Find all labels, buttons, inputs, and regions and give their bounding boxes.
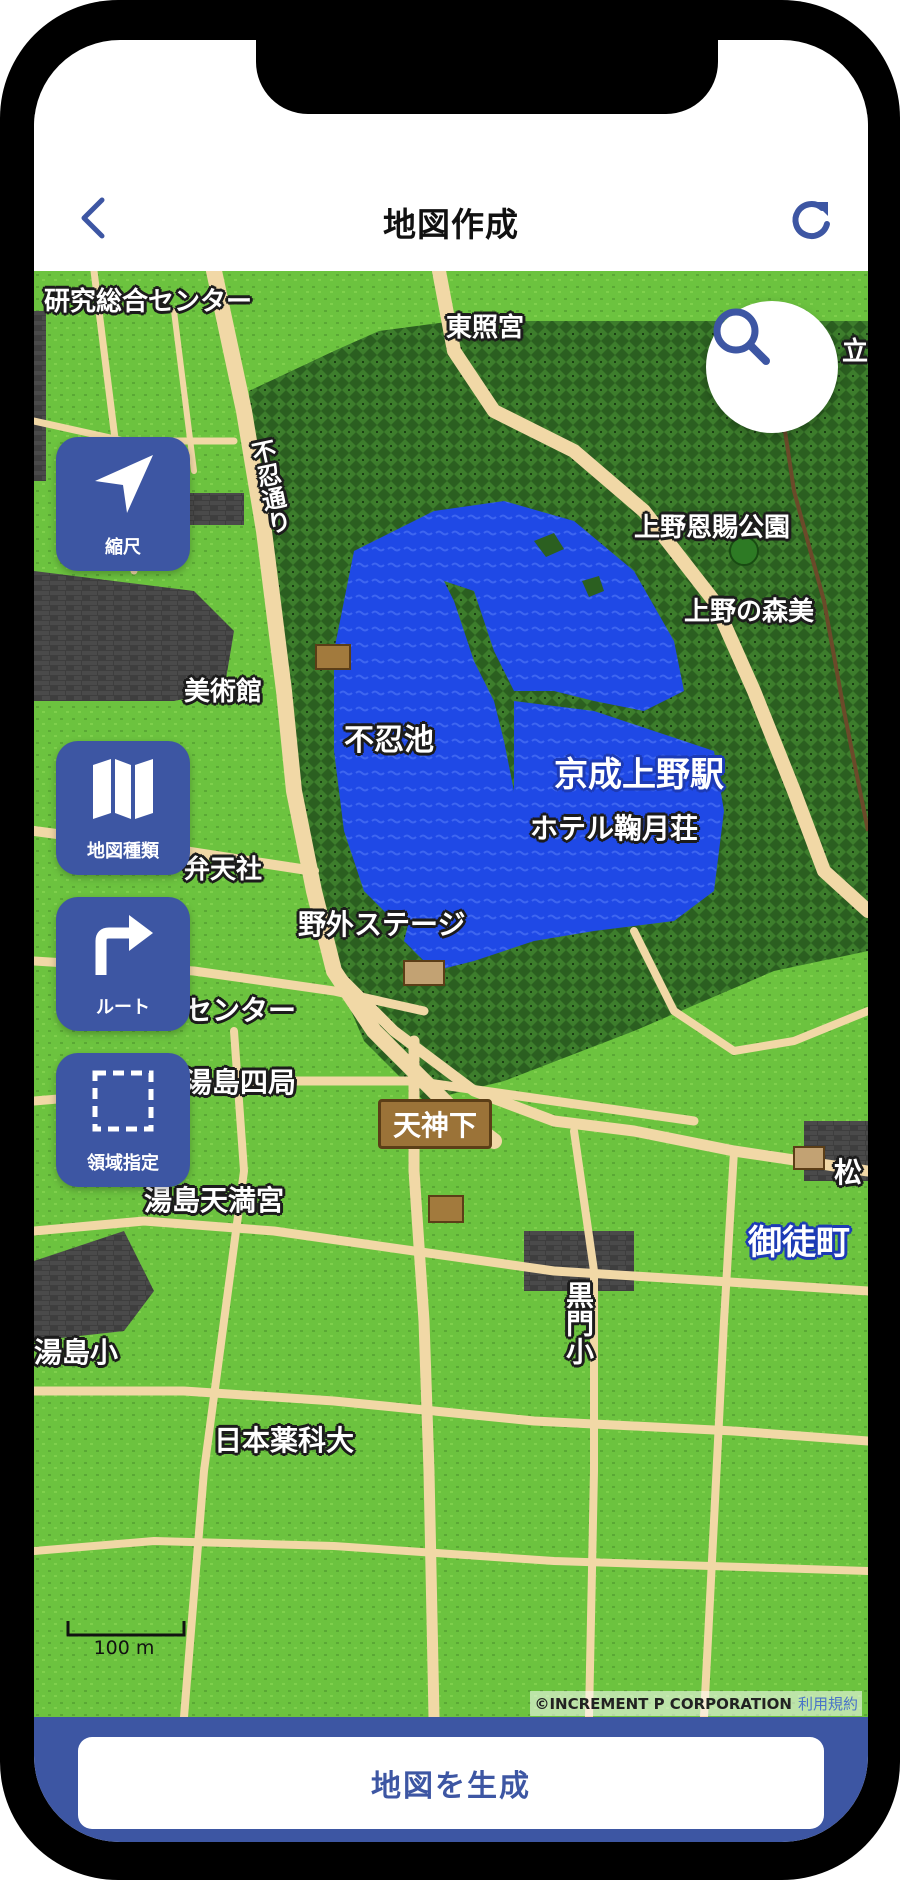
bottom-bar: 地図を生成 bbox=[34, 1717, 868, 1842]
app-screen: 地図作成 研究総合センター 東照宮 立 上野恩賜公園 上野の森美 不忍通り 不忍… bbox=[34, 40, 868, 1842]
turn-right-arrow-icon bbox=[95, 915, 153, 975]
refresh-icon bbox=[792, 201, 830, 240]
map-label: ホテル鞠月荘 bbox=[530, 812, 699, 845]
map-label: 美術館 bbox=[184, 677, 263, 707]
device-notch bbox=[256, 40, 718, 114]
map-label: 日本薬科大 bbox=[214, 1424, 355, 1457]
map-label: 東照宮 bbox=[446, 313, 525, 343]
map-label: 上野の森美 bbox=[684, 597, 815, 627]
generate-map-button[interactable]: 地図を生成 bbox=[78, 1737, 824, 1829]
refresh-button[interactable] bbox=[786, 196, 836, 246]
route-button-label: ルート bbox=[96, 997, 150, 1018]
map-label: 野外ステージ bbox=[298, 908, 466, 941]
nav-header: 地図作成 bbox=[34, 114, 868, 271]
route-button[interactable]: ルート bbox=[56, 897, 190, 1031]
scale-label: 100 m bbox=[93, 1637, 155, 1659]
copyright-text: ©INCREMENT P CORPORATION bbox=[534, 1695, 792, 1713]
map-label: 湯島小 bbox=[34, 1336, 119, 1369]
map-label: 黒門小 bbox=[562, 1281, 595, 1365]
navigation-arrow-icon bbox=[95, 455, 153, 513]
area-select-button[interactable]: 領域指定 bbox=[56, 1053, 190, 1187]
map-type-button-label: 地図種類 bbox=[87, 841, 159, 862]
map-type-button[interactable]: 地図種類 bbox=[56, 741, 190, 875]
scale-button[interactable]: 縮尺 bbox=[56, 437, 190, 571]
page-title: 地図作成 bbox=[383, 205, 519, 244]
map-label: 研究総合センター bbox=[44, 287, 253, 317]
map-label: 天神下 bbox=[378, 1099, 493, 1149]
map-attribution: ©INCREMENT P CORPORATION 利用規約 bbox=[530, 1691, 862, 1716]
map-label: 上野恩賜公園 bbox=[634, 513, 791, 543]
map-icon bbox=[93, 759, 153, 819]
area-select-button-label: 領域指定 bbox=[87, 1153, 159, 1174]
map-label: 不忍池 bbox=[344, 723, 434, 758]
dashed-square-icon bbox=[92, 1070, 154, 1132]
map-label: 御徒町 bbox=[748, 1223, 850, 1263]
search-icon bbox=[713, 308, 770, 365]
map-label: 京成上野駅 bbox=[554, 755, 724, 795]
map-label: 松 bbox=[834, 1156, 863, 1189]
map-label: センター bbox=[184, 994, 297, 1027]
map-view[interactable]: 研究総合センター 東照宮 立 上野恩賜公園 上野の森美 不忍通り 不忍池 京成上… bbox=[34, 271, 868, 1717]
map-label: 弁天社 bbox=[184, 855, 263, 885]
terms-link[interactable]: 利用規約 bbox=[798, 1695, 858, 1713]
search-button[interactable] bbox=[706, 301, 838, 433]
phone-frame: 地図作成 研究総合センター 東照宮 立 上野恩賜公園 上野の森美 不忍通り 不忍… bbox=[0, 0, 900, 1880]
map-label: 立 bbox=[842, 337, 868, 367]
map-label: 湯島四局 bbox=[184, 1066, 297, 1099]
scale-button-label: 縮尺 bbox=[105, 537, 141, 558]
map-scale: 100 m bbox=[64, 1637, 184, 1671]
